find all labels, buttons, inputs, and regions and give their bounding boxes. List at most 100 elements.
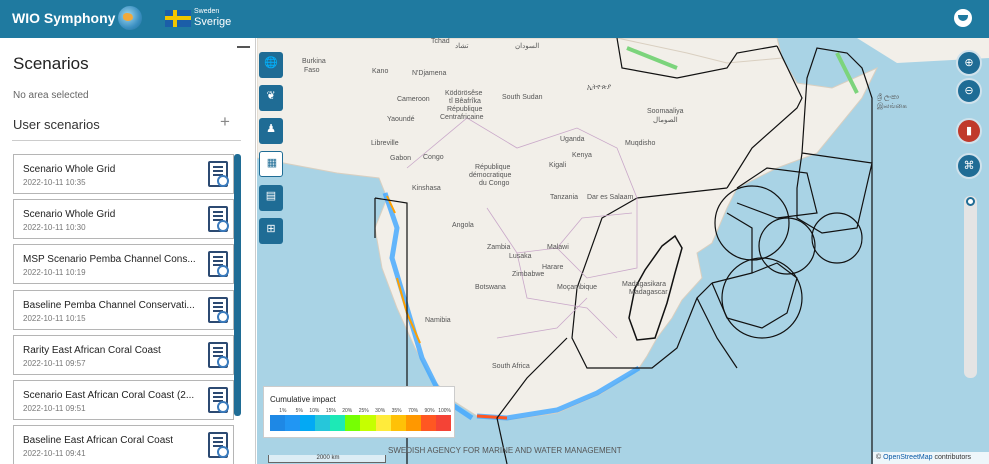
scenario-report-icon[interactable] bbox=[208, 342, 229, 368]
language-country[interactable]: Sweden bbox=[194, 8, 219, 15]
map-label-uganda: Uganda bbox=[560, 136, 585, 143]
map-label-botswana: Botswana bbox=[475, 284, 506, 291]
map-label-yaounde: Yaoundé bbox=[387, 116, 415, 123]
scenario-card[interactable]: Baseline East African Coral Coast 2022-1… bbox=[13, 425, 234, 464]
legend-tick: 15% bbox=[325, 408, 336, 414]
comparison-tool-button[interactable]: ⊞ bbox=[259, 218, 283, 244]
scenario-date: 2022-10-11 10:30 bbox=[23, 223, 86, 232]
map-label-zambia: Zambia bbox=[487, 244, 511, 251]
scenario-name: Scenario Whole Grid bbox=[23, 209, 116, 220]
map-label-soomaaliya: Soomaaliya bbox=[647, 108, 684, 115]
scenario-card[interactable]: Scenario Whole Grid 2022-10-11 10:30 bbox=[13, 199, 234, 239]
scenario-name: Baseline East African Coral Coast bbox=[23, 435, 174, 446]
legend-color-swatch bbox=[270, 415, 286, 431]
delete-button[interactable]: ▮ bbox=[956, 118, 982, 144]
user-avatar-icon[interactable] bbox=[954, 9, 972, 27]
map-label-ti-beafrika: tî Bêafrîka bbox=[449, 98, 481, 105]
scenario-report-icon[interactable] bbox=[208, 432, 229, 458]
map-label-cameroon: Cameroon bbox=[397, 96, 430, 103]
scenario-report-icon[interactable] bbox=[208, 251, 229, 277]
impact-legend: Cumulative impact 1% 5% 10% 15% 20% 25% … bbox=[263, 386, 455, 438]
map-label-rdc1: République bbox=[475, 164, 511, 171]
legend-color-swatch bbox=[360, 415, 376, 431]
calculation-tool-button[interactable]: ▦ bbox=[259, 151, 283, 177]
zoom-in-button[interactable]: ⊕ bbox=[956, 50, 982, 76]
osm-link[interactable]: OpenStreetMap bbox=[883, 454, 932, 461]
legend-tick: 20% bbox=[342, 408, 353, 414]
scenario-date: 2022-10-11 09:57 bbox=[23, 359, 86, 368]
map-label-madagasikara: Madagasikara bbox=[622, 281, 666, 288]
map-label-tchad-ar: تشاد bbox=[455, 43, 469, 50]
scenario-card[interactable]: Scenario East African Coral Coast (2... … bbox=[13, 380, 234, 420]
scenario-name: Scenario East African Coral Coast (2... bbox=[23, 390, 195, 401]
map-label-rca: République bbox=[447, 106, 483, 113]
scenario-report-icon[interactable] bbox=[208, 297, 229, 323]
legend-color-swatch bbox=[300, 415, 316, 431]
zoom-out-icon: ⊖ bbox=[964, 85, 974, 97]
report-tool-button[interactable]: ▤ bbox=[259, 185, 283, 211]
graph-icon: ⌘ bbox=[963, 160, 975, 172]
map-label-south-africa: South Africa bbox=[492, 363, 530, 370]
language-name[interactable]: Sverige bbox=[194, 16, 231, 28]
scenario-date: 2022-10-11 09:41 bbox=[23, 449, 86, 458]
scenario-report-icon[interactable] bbox=[208, 206, 229, 232]
legend-color-swatch bbox=[330, 415, 346, 431]
zoom-in-icon: ⊕ bbox=[964, 57, 974, 69]
scenario-card[interactable]: Rarity East African Coral Coast 2022-10-… bbox=[13, 335, 234, 375]
opacity-slider[interactable] bbox=[964, 196, 977, 378]
legend-color-swatch bbox=[435, 415, 451, 431]
map-label-angola: Angola bbox=[452, 222, 474, 229]
scenario-name: Rarity East African Coral Coast bbox=[23, 345, 161, 356]
scenario-name: MSP Scenario Pemba Channel Cons... bbox=[23, 254, 196, 265]
opacity-slider-knob[interactable] bbox=[966, 197, 975, 206]
map-label-gabon: Gabon bbox=[390, 155, 412, 162]
trash-icon: ▮ bbox=[965, 125, 973, 137]
legend-tick: 70% bbox=[408, 408, 419, 414]
scenario-card[interactable]: MSP Scenario Pemba Channel Cons... 2022-… bbox=[13, 244, 234, 284]
map-attribution: © OpenStreetMap contributors bbox=[873, 452, 989, 464]
impact-east-hot bbox=[476, 414, 508, 420]
legend-tick: 5% bbox=[295, 408, 303, 414]
map-label-burkina: Burkina bbox=[302, 58, 326, 65]
scenario-date: 2022-10-11 10:19 bbox=[23, 268, 86, 277]
zoom-out-button[interactable]: ⊖ bbox=[956, 78, 982, 104]
pressures-tool-button[interactable]: ♟ bbox=[259, 118, 283, 144]
scenarios-sidebar: Scenarios No area selected User scenario… bbox=[0, 38, 256, 464]
ecosystem-tool-button[interactable]: ❦ bbox=[259, 85, 283, 111]
map-label-congo: Congo bbox=[423, 154, 444, 161]
scenario-card[interactable]: Baseline Pemba Channel Conservati... 202… bbox=[13, 290, 234, 330]
globe-logo-icon[interactable] bbox=[118, 6, 142, 30]
land-africa bbox=[257, 38, 879, 421]
map-label-rdc2: démocratique bbox=[469, 172, 512, 179]
legend-color-swatch bbox=[390, 415, 406, 431]
map-label-rdc3: du Congo bbox=[479, 180, 510, 187]
map-label-harare: Harare bbox=[542, 264, 564, 271]
agency-credit: SWEDISH AGENCY FOR MARINE AND WATER MANA… bbox=[388, 446, 622, 455]
app-title[interactable]: WIO Symphony bbox=[12, 10, 115, 26]
scenario-list[interactable]: Scenario Whole Grid 2022-10-11 10:35 Sce… bbox=[0, 150, 256, 464]
add-scenario-button[interactable]: + bbox=[220, 112, 230, 132]
sidebar-title: Scenarios bbox=[13, 54, 89, 73]
map-label-namibia: Namibia bbox=[425, 317, 451, 324]
map-label-ndjamena: N'Djamena bbox=[412, 70, 447, 77]
scenario-report-icon[interactable] bbox=[208, 161, 229, 187]
map-label-sudan-ar: السودان bbox=[515, 43, 540, 50]
eez-circle-c bbox=[721, 257, 803, 339]
map-label-malawi: Malawi bbox=[547, 244, 569, 251]
map-label-kodorosese: Ködörösêse bbox=[445, 90, 483, 97]
legend-tick: 1% bbox=[279, 408, 287, 414]
scenario-date: 2022-10-11 09:51 bbox=[23, 404, 86, 413]
scenario-list-scrollbar[interactable] bbox=[234, 154, 241, 416]
globe-icon: 🌐 bbox=[264, 57, 278, 69]
graph-view-button[interactable]: ⌘ bbox=[956, 153, 982, 179]
sweden-flag-icon[interactable] bbox=[165, 10, 191, 27]
scenario-report-icon[interactable] bbox=[208, 387, 229, 413]
legend-color-swatch bbox=[405, 415, 421, 431]
divider bbox=[12, 140, 241, 141]
map-label-lusaka: Lusaka bbox=[509, 253, 532, 260]
layers-tool-button[interactable]: 🌐 bbox=[259, 52, 283, 78]
area-status: No area selected bbox=[13, 90, 89, 101]
map-label-zimbabwe: Zimbabwe bbox=[512, 271, 545, 278]
scenario-card[interactable]: Scenario Whole Grid 2022-10-11 10:35 bbox=[13, 154, 234, 194]
collapse-sidebar-button[interactable] bbox=[237, 46, 250, 48]
